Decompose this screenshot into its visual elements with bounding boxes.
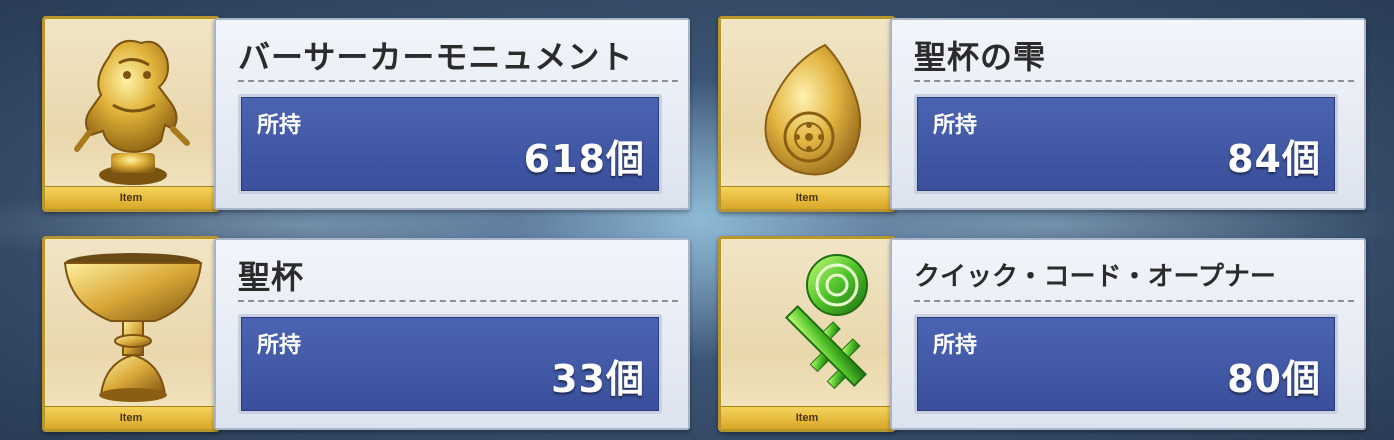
item-icon-frame: Item bbox=[42, 236, 220, 432]
holdings-label: 所持 bbox=[257, 113, 302, 138]
divider bbox=[914, 80, 1354, 82]
grail-drop-icon bbox=[764, 43, 862, 176]
item-tag: Item bbox=[721, 406, 893, 429]
divider bbox=[914, 300, 1354, 302]
holdings-count: 84個 bbox=[1227, 137, 1321, 181]
divider bbox=[238, 80, 678, 82]
item-card-holy-grail[interactable]: Item 聖杯 所持 33個 bbox=[42, 236, 692, 432]
item-name: 聖杯 bbox=[238, 258, 305, 296]
item-info-panel: 聖杯の雫 所持 84個 bbox=[890, 18, 1366, 210]
holdings-label: 所持 bbox=[933, 113, 978, 138]
item-name: クイック・コード・オープナー bbox=[914, 262, 1276, 292]
holdings-count: 618個 bbox=[523, 137, 645, 181]
holdings-panel: 所持 33個 bbox=[238, 314, 662, 414]
holdings-panel: 所持 80個 bbox=[914, 314, 1338, 414]
holdings-label: 所持 bbox=[933, 333, 978, 358]
item-icon-frame: Item bbox=[718, 236, 896, 432]
item-tag: Item bbox=[45, 186, 217, 209]
item-card-grail-drop[interactable]: Item 聖杯の雫 所持 84個 bbox=[718, 16, 1368, 212]
divider bbox=[238, 300, 678, 302]
quick-code-opener-icon bbox=[784, 254, 868, 390]
item-card-berserker-monument[interactable]: Item バーサーカーモニュメント 所持 618個 bbox=[42, 16, 692, 212]
berserker-monument-icon bbox=[74, 39, 190, 185]
item-name: 聖杯の雫 bbox=[914, 38, 1047, 76]
holdings-count: 33個 bbox=[551, 357, 645, 401]
item-card-quick-code-opener[interactable]: Item クイック・コード・オープナー 所持 80個 bbox=[718, 236, 1368, 432]
item-info-panel: 聖杯 所持 33個 bbox=[214, 238, 690, 430]
item-tag: Item bbox=[721, 186, 893, 209]
item-info-panel: バーサーカーモニュメント 所持 618個 bbox=[214, 18, 690, 210]
holdings-count: 80個 bbox=[1227, 357, 1321, 401]
item-icon-frame: Item bbox=[718, 16, 896, 212]
item-name: バーサーカーモニュメント bbox=[238, 38, 634, 76]
holy-grail-icon bbox=[63, 253, 203, 402]
item-info-panel: クイック・コード・オープナー 所持 80個 bbox=[890, 238, 1366, 430]
holdings-label: 所持 bbox=[257, 333, 302, 358]
item-icon-frame: Item bbox=[42, 16, 220, 212]
item-tag: Item bbox=[45, 406, 217, 429]
holdings-panel: 所持 618個 bbox=[238, 94, 662, 194]
holdings-panel: 所持 84個 bbox=[914, 94, 1338, 194]
